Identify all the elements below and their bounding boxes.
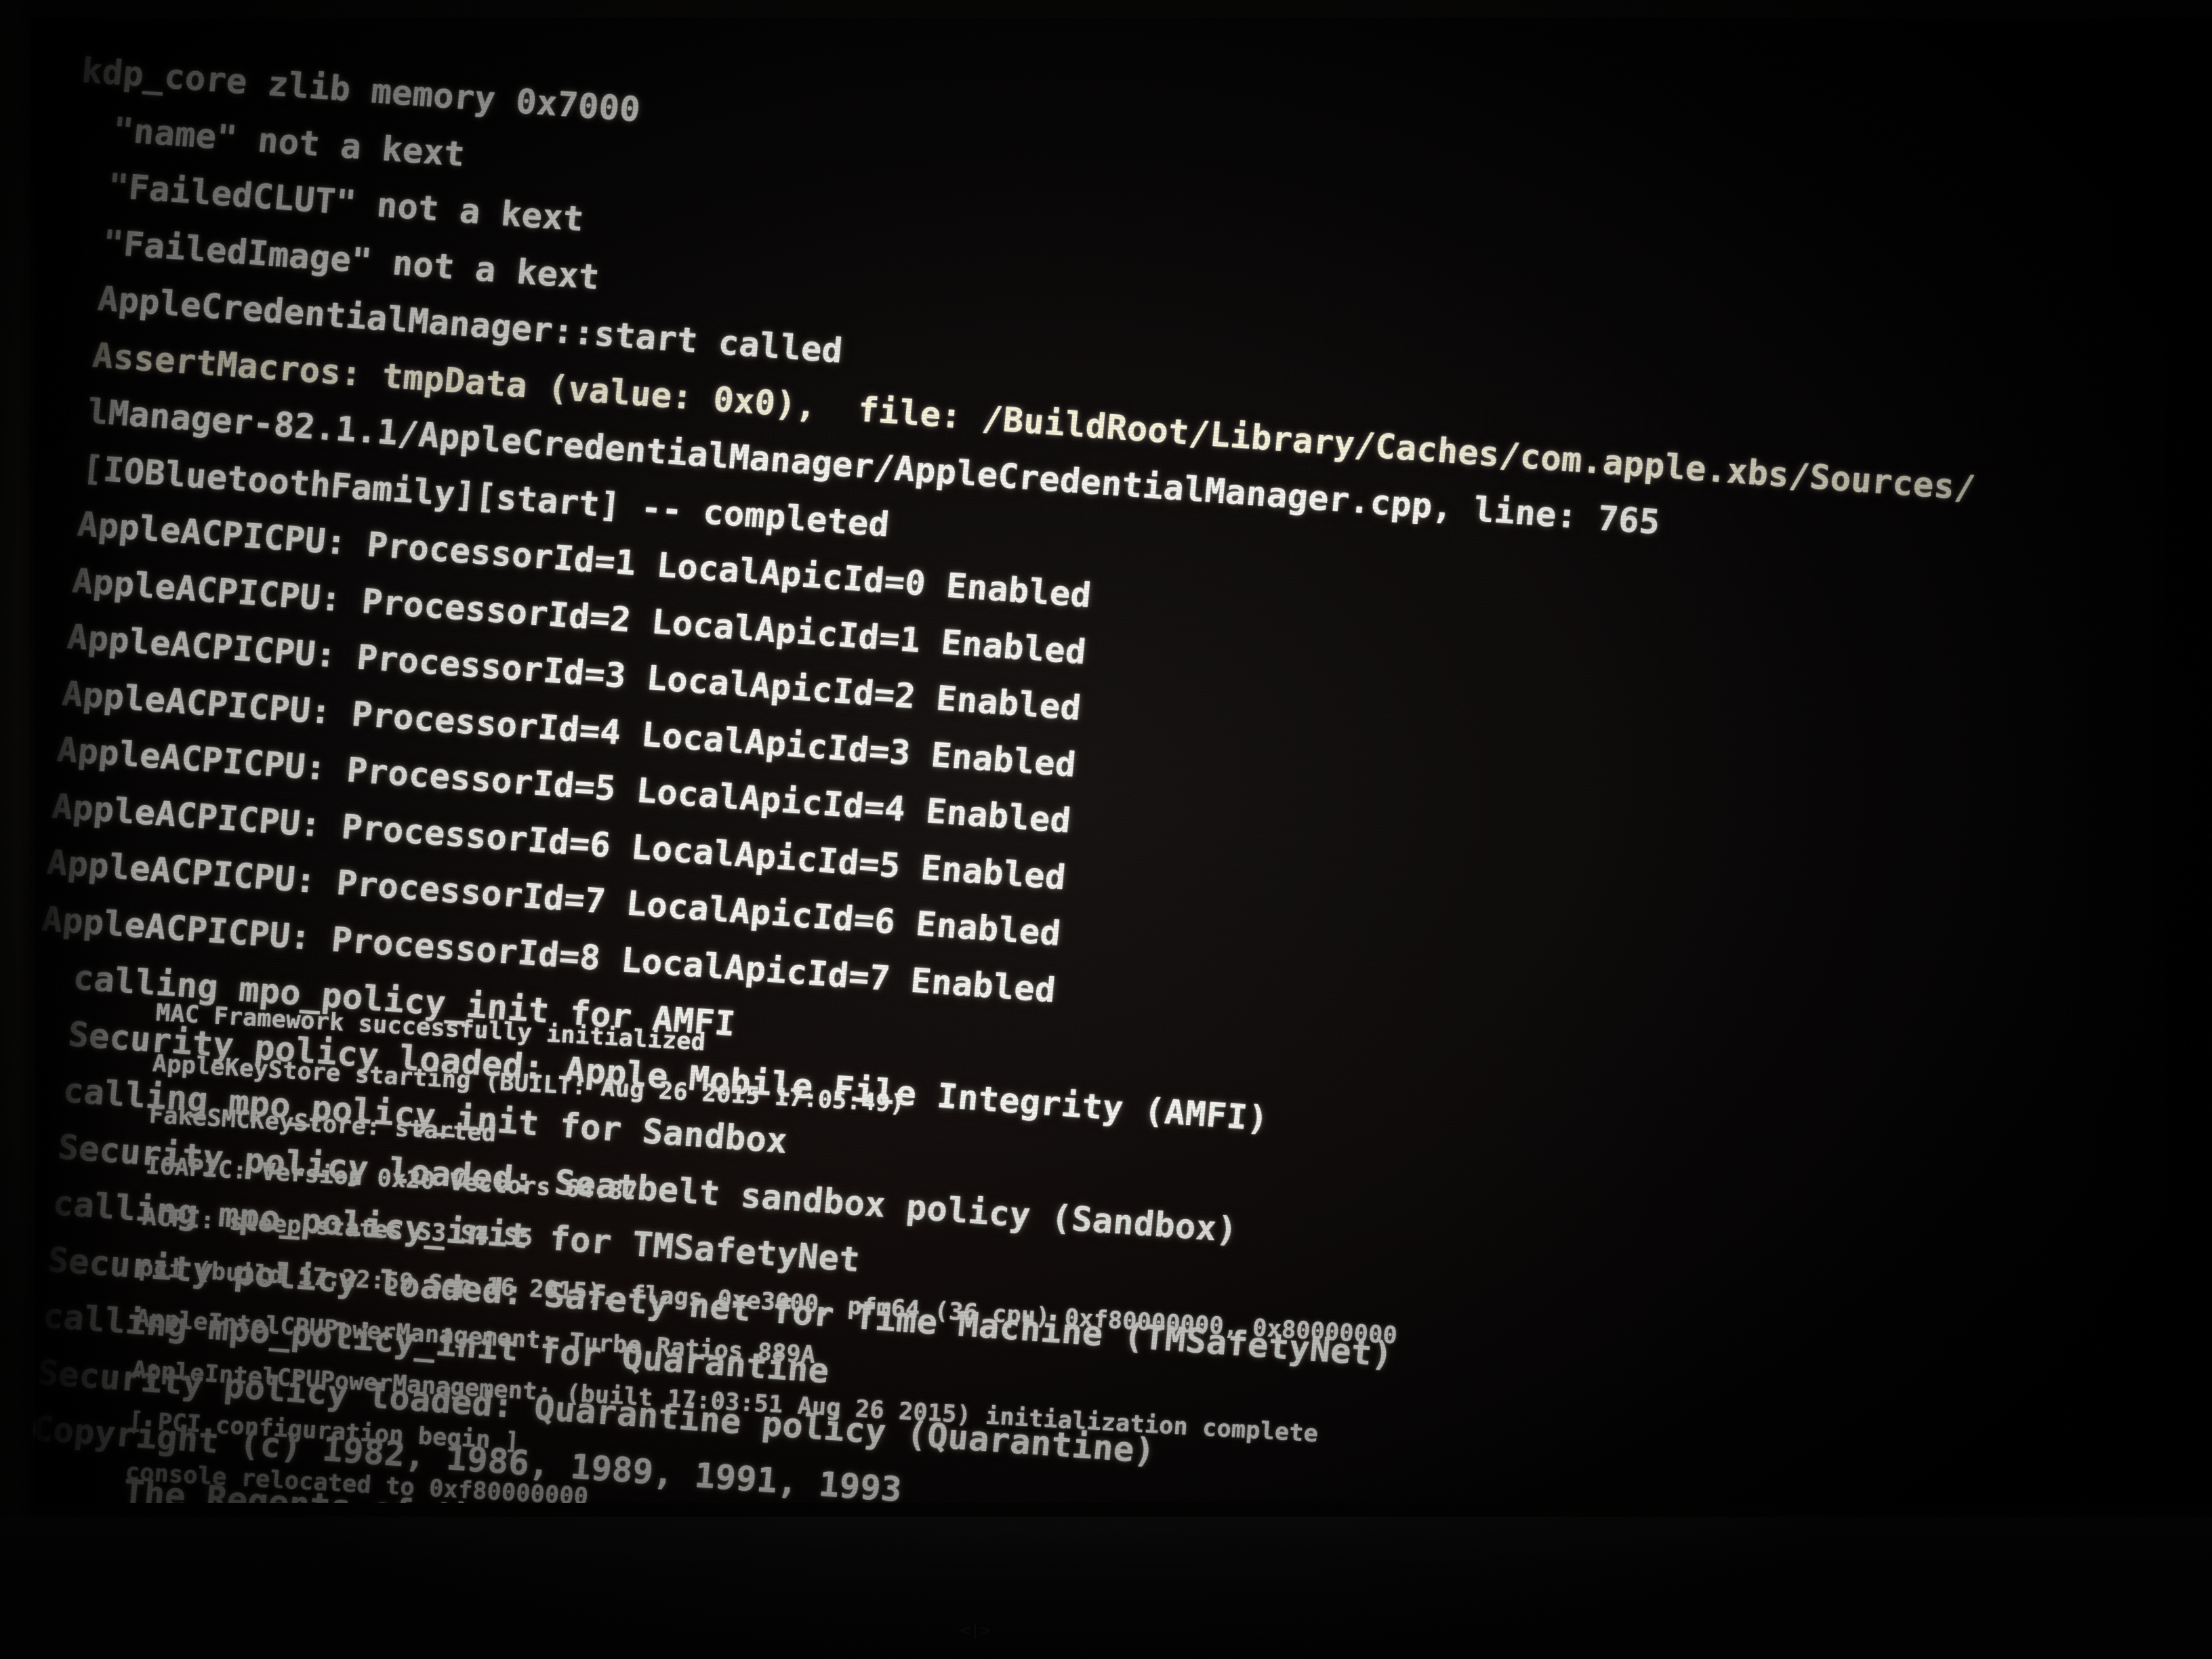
- bezel-top: [0, 0, 2212, 18]
- screen-surface: kdp_core zlib memory 0x7000 "name" not a…: [20, 5, 2212, 1503]
- bezel-left: [0, 0, 30, 1659]
- bezel-logo: <|>: [958, 1622, 994, 1639]
- console-viewport: kdp_core zlib memory 0x7000 "name" not a…: [20, 5, 2212, 1503]
- monitor-photo: kdp_core zlib memory 0x7000 "name" not a…: [0, 0, 2212, 1659]
- bezel-bottom: <|>: [0, 1517, 2212, 1659]
